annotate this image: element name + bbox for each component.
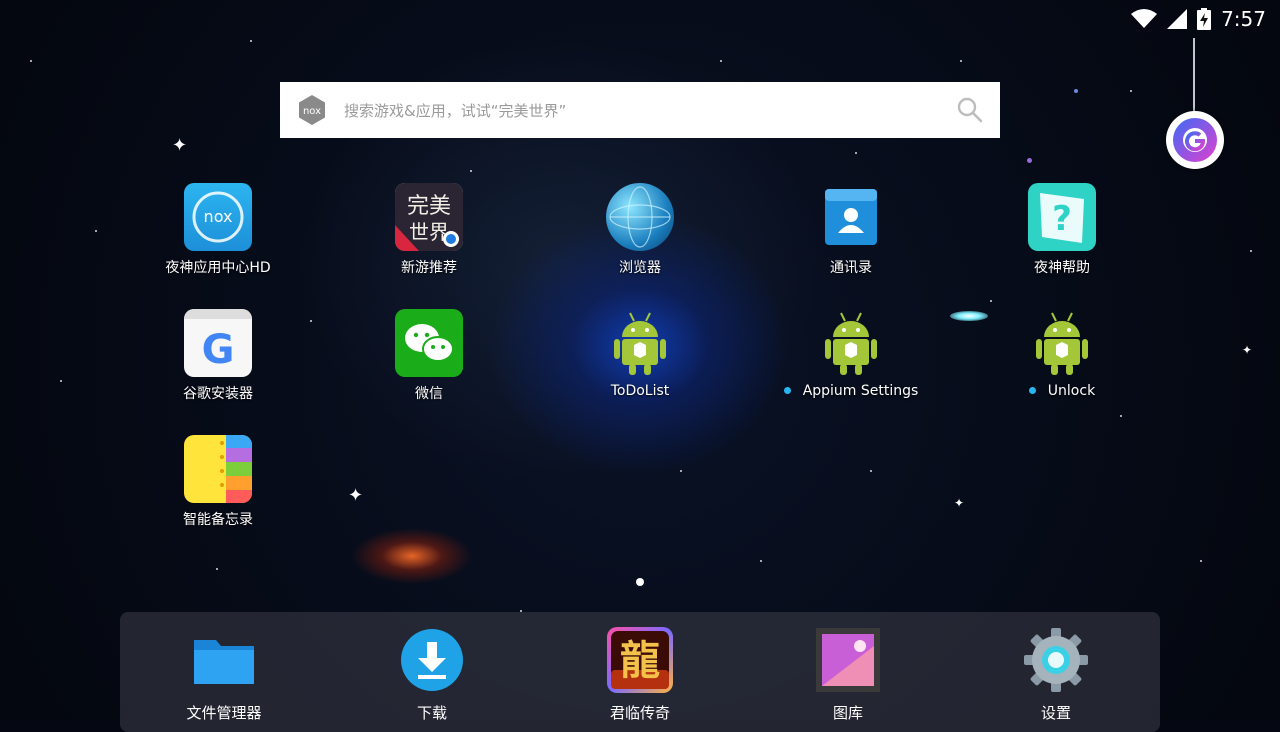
- nox-appcenter-icon: nox: [184, 183, 252, 251]
- app-label: Unlock: [1047, 383, 1096, 399]
- app-unlock[interactable]: Unlock: [982, 309, 1142, 399]
- new-games-icon: 完美 世界: [395, 183, 463, 251]
- app-label: 微信: [415, 386, 443, 402]
- browser-globe-icon: [606, 183, 674, 251]
- app-label: 通讯录: [830, 260, 872, 276]
- folder-icon: [190, 626, 258, 694]
- app-label: 新游推荐: [401, 260, 457, 276]
- dock-gallery[interactable]: 图库: [768, 626, 928, 723]
- app-wechat[interactable]: 微信: [349, 309, 509, 403]
- app-new-games[interactable]: 完美 世界 新游推荐: [349, 183, 509, 277]
- svg-text:nox: nox: [303, 106, 321, 117]
- svg-text:G: G: [202, 327, 235, 373]
- signal-icon: [1167, 9, 1188, 29]
- android-robot-icon: [817, 309, 885, 377]
- gallery-icon: [814, 626, 882, 694]
- app-label: 夜神帮助: [1034, 260, 1090, 276]
- notebook-icon: [184, 435, 252, 503]
- dock-download[interactable]: 下载: [352, 626, 512, 723]
- app-label-row: Unlock: [982, 383, 1142, 399]
- new-app-dot: [783, 386, 791, 394]
- nox-logo-icon: nox: [299, 95, 325, 125]
- app-todolist[interactable]: ToDoList: [560, 309, 720, 399]
- dock-file-manager[interactable]: 文件管理器: [144, 626, 304, 723]
- battery-charging-icon: [1197, 8, 1212, 30]
- app-label-row: Appium Settings: [771, 383, 931, 399]
- android-robot-icon: [1028, 309, 1096, 377]
- app-browser[interactable]: 浏览器: [560, 183, 720, 277]
- status-clock: 7:57: [1221, 7, 1266, 31]
- help-question-icon: ?: [1028, 183, 1096, 251]
- google-installer-icon: G: [184, 309, 252, 377]
- app-label: 谷歌安装器: [183, 386, 253, 402]
- dock: 文件管理器 下载 龍 君临传奇 图库 设置: [120, 612, 1160, 732]
- settings-gear-icon: [1022, 626, 1090, 694]
- dock-junlin-legend[interactable]: 龍 君临传奇: [560, 626, 720, 723]
- app-google-installer[interactable]: G 谷歌安装器: [138, 309, 298, 403]
- search-icon[interactable]: [956, 96, 984, 124]
- assistant-pull-line: [1193, 38, 1195, 114]
- app-label: 夜神应用中心HD: [165, 260, 271, 276]
- android-robot-icon: [606, 309, 674, 377]
- svg-text:?: ?: [1052, 199, 1072, 239]
- contacts-icon: [817, 183, 885, 251]
- app-label: 智能备忘录: [183, 512, 253, 528]
- app-smart-memo[interactable]: 智能备忘录: [138, 435, 298, 529]
- dragon-game-icon: 龍: [606, 626, 674, 694]
- search-input[interactable]: 搜索游戏&应用，试试“完美世界”: [344, 100, 956, 121]
- wechat-icon: [395, 309, 463, 377]
- status-bar: 7:57: [1131, 6, 1266, 32]
- page-indicator-dot[interactable]: [636, 578, 644, 586]
- search-bar[interactable]: nox 搜索游戏&应用，试试“完美世界”: [280, 82, 1000, 138]
- wifi-icon: [1131, 9, 1158, 28]
- app-contacts[interactable]: 通讯录: [771, 183, 931, 277]
- g-assistant-icon: [1173, 118, 1217, 162]
- app-nox-appcenter[interactable]: nox 夜神应用中心HD: [138, 183, 298, 277]
- svg-text:世界: 世界: [409, 220, 449, 244]
- app-label: 浏览器: [619, 260, 661, 276]
- app-appium-settings[interactable]: Appium Settings: [771, 309, 931, 399]
- floating-assistant-button[interactable]: [1166, 111, 1224, 169]
- dock-settings[interactable]: 设置: [976, 626, 1136, 723]
- new-app-dot: [1028, 386, 1036, 394]
- download-icon: [398, 626, 466, 694]
- svg-text:完美: 完美: [407, 194, 451, 219]
- svg-text:龍: 龍: [620, 637, 660, 684]
- svg-text:nox: nox: [204, 207, 233, 226]
- app-nox-help[interactable]: ? 夜神帮助: [982, 183, 1142, 277]
- app-label: Appium Settings: [802, 383, 919, 399]
- app-label: ToDoList: [610, 383, 670, 399]
